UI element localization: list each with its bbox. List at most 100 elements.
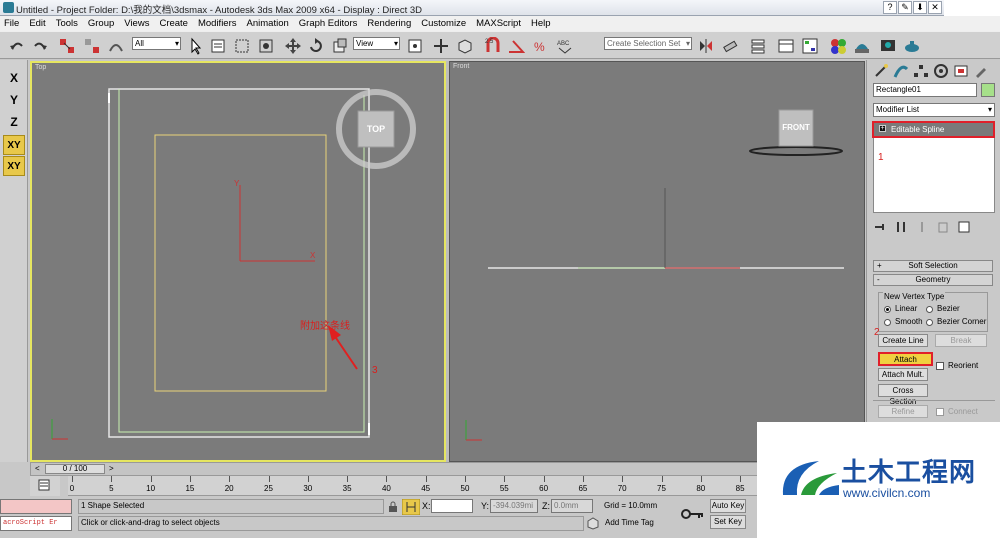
- utilities-tab-icon[interactable]: [973, 63, 989, 79]
- menu-customize[interactable]: Customize: [421, 18, 466, 29]
- inner-rectangle-shape[interactable]: [154, 134, 327, 392]
- unlink-icon[interactable]: [83, 37, 101, 55]
- select-and-link-icon[interactable]: [58, 37, 76, 55]
- bind-to-space-warp-icon[interactable]: [107, 37, 125, 55]
- key-icon[interactable]: [681, 507, 705, 521]
- remove-modifier-icon[interactable]: [936, 220, 950, 234]
- restrict-y-button[interactable]: Y: [3, 90, 25, 110]
- close-icon[interactable]: ✕: [928, 1, 942, 14]
- rollout-geometry[interactable]: - Geometry: [873, 274, 993, 286]
- percent-snap-icon[interactable]: %: [531, 37, 549, 55]
- mirror-icon[interactable]: [697, 37, 715, 55]
- object-color-swatch[interactable]: [981, 83, 995, 97]
- radio-smooth[interactable]: [884, 319, 891, 326]
- snaps-toggle-icon[interactable]: 2.5: [484, 36, 502, 55]
- menu-help[interactable]: Help: [531, 18, 551, 29]
- rendered-frame-window-icon[interactable]: [879, 37, 897, 55]
- download-icon[interactable]: ⬇: [913, 1, 927, 14]
- help-icon[interactable]: ?: [883, 1, 897, 14]
- hierarchy-tab-icon[interactable]: [913, 63, 929, 79]
- radio-bezier[interactable]: [926, 306, 933, 313]
- modifier-list-dropdown[interactable]: Modifier List ▾: [873, 103, 995, 117]
- object-name-field[interactable]: Rectangle01: [873, 83, 977, 97]
- radio-linear[interactable]: [884, 306, 891, 313]
- select-by-name-icon[interactable]: [209, 37, 227, 55]
- display-tab-icon[interactable]: [953, 63, 969, 79]
- x-coord-field[interactable]: [431, 499, 473, 513]
- keyboard-shortcut-override-icon[interactable]: [456, 37, 474, 55]
- stack-item-editable-spline[interactable]: + Editable Spline: [872, 121, 995, 138]
- viewcube-front-ring[interactable]: [749, 146, 843, 156]
- menu-maxscript[interactable]: MAXScript: [476, 18, 521, 29]
- make-unique-icon[interactable]: [915, 220, 929, 234]
- auto-key-button[interactable]: Auto Key: [710, 499, 746, 513]
- restrict-z-button[interactable]: Z: [3, 112, 25, 132]
- restrict-plane-button[interactable]: XY: [3, 156, 25, 176]
- redo-icon[interactable]: [31, 37, 49, 55]
- material-editor-icon[interactable]: [829, 37, 847, 55]
- layer-manager-icon[interactable]: [749, 37, 767, 55]
- expand-icon[interactable]: +: [879, 125, 886, 132]
- reorient-checkbox[interactable]: [936, 362, 944, 370]
- move-icon[interactable]: [284, 37, 302, 55]
- angle-snap-icon[interactable]: [507, 37, 526, 55]
- menu-rendering[interactable]: Rendering: [367, 18, 411, 29]
- select-object-icon[interactable]: [186, 37, 204, 55]
- create-line-button[interactable]: Create Line: [878, 334, 928, 347]
- render-production-icon[interactable]: [903, 37, 921, 55]
- set-key-button[interactable]: Set Key: [710, 515, 746, 529]
- menu-modifiers[interactable]: Modifiers: [198, 18, 237, 29]
- absolute-mode-icon[interactable]: [402, 499, 420, 515]
- pin-stack-icon[interactable]: [873, 220, 887, 234]
- configure-modifier-sets-icon[interactable]: [957, 220, 971, 234]
- break-button[interactable]: Break: [935, 334, 987, 347]
- front-viewport[interactable]: Front FRONT: [449, 61, 865, 462]
- time-slider-thumb[interactable]: 0 / 100: [45, 464, 105, 474]
- motion-tab-icon[interactable]: [933, 63, 949, 79]
- radio-bezier-corner[interactable]: [926, 319, 933, 326]
- menu-file[interactable]: File: [4, 18, 19, 29]
- menu-graph-editors[interactable]: Graph Editors: [299, 18, 358, 29]
- y-coord-field[interactable]: -394.039mi: [490, 499, 538, 513]
- restrict-xy-button[interactable]: XY: [3, 135, 25, 155]
- next-frame-icon[interactable]: >: [109, 465, 117, 473]
- restrict-x-button[interactable]: X: [3, 68, 25, 88]
- rectangular-selection-icon[interactable]: [233, 37, 251, 55]
- menu-edit[interactable]: Edit: [29, 18, 45, 29]
- viewcube-top-label[interactable]: TOP: [358, 124, 394, 134]
- create-tab-icon[interactable]: [873, 63, 889, 79]
- maxscript-mini-listener[interactable]: acroScript Er: [0, 516, 72, 531]
- select-and-manipulate-icon[interactable]: [432, 37, 450, 55]
- show-end-result-icon[interactable]: [894, 220, 908, 234]
- time-tag-icon[interactable]: [586, 517, 600, 530]
- curve-editor-icon[interactable]: [777, 37, 795, 55]
- render-setup-icon[interactable]: [853, 37, 871, 55]
- rollout-soft-selection[interactable]: + Soft Selection: [873, 260, 993, 272]
- scale-icon[interactable]: [331, 37, 349, 55]
- add-time-tag-button[interactable]: Add Time Tag: [605, 518, 654, 527]
- top-viewport[interactable]: Top Y X TOP 附加这条线 3: [30, 61, 446, 462]
- pivot-center-icon[interactable]: [406, 37, 424, 55]
- modify-tab-icon[interactable]: [893, 63, 909, 79]
- viewcube-front-label[interactable]: FRONT: [779, 123, 813, 132]
- maxscript-listener-top[interactable]: [0, 499, 72, 514]
- menu-tools[interactable]: Tools: [56, 18, 78, 29]
- undo-icon[interactable]: [8, 37, 26, 55]
- lock-icon[interactable]: [387, 501, 399, 513]
- prev-frame-icon[interactable]: <: [35, 465, 43, 473]
- cross-section-button[interactable]: Cross Section: [878, 384, 928, 406]
- connect-checkbox[interactable]: [936, 408, 944, 416]
- z-coord-field[interactable]: 0.0mm: [551, 499, 593, 513]
- rotate-icon[interactable]: [307, 37, 325, 55]
- menu-views[interactable]: Views: [124, 18, 149, 29]
- spinner-snap-icon[interactable]: ABC: [556, 37, 574, 55]
- time-slider[interactable]: < 0 / 100 >: [30, 462, 866, 476]
- named-selection-dropdown[interactable]: Create Selection Set: [604, 37, 692, 50]
- selection-filter-dropdown[interactable]: All: [132, 37, 181, 50]
- attach-mult-button[interactable]: Attach Mult.: [878, 368, 928, 381]
- attach-button[interactable]: Attach: [878, 352, 933, 366]
- outer-rectangle-shape[interactable]: [108, 88, 370, 438]
- mini-curve-editor-icon[interactable]: [30, 476, 60, 496]
- schematic-view-icon[interactable]: [801, 37, 819, 55]
- refine-button[interactable]: Refine: [878, 405, 928, 418]
